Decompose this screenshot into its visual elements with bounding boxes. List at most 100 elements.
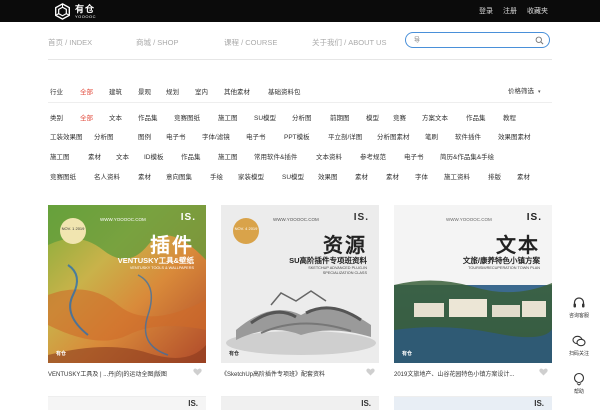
filter-item[interactable]: PPT模板 — [284, 131, 310, 141]
filter-item[interactable]: 电子书 — [246, 131, 266, 141]
headset-icon — [573, 297, 585, 308]
brand-tag: IS. — [534, 399, 544, 408]
filter-divider — [48, 102, 552, 103]
filter-category-all[interactable]: 全部 — [80, 112, 93, 122]
site-logo[interactable]: 有仓 YOOOOC — [54, 3, 96, 20]
brand-tag: IS. — [361, 399, 371, 408]
product-card[interactable]: IS. WWW.YOOOOC.COM NOV. 1 2019 插件 VENTUS… — [48, 205, 206, 380]
filter-item[interactable]: 素材 — [355, 171, 368, 181]
filter-item[interactable]: 分析图 — [94, 131, 114, 141]
wechat-icon — [572, 335, 586, 347]
filter-item[interactable]: 竞赛 — [393, 112, 406, 122]
filter-item[interactable]: 效果图 — [318, 171, 338, 181]
filter-item[interactable]: 文本 — [109, 112, 122, 122]
product-thumbnail[interactable]: IS. WWW.YOOOOC.COM NOV. 1 2019 插件 VENTUS… — [48, 205, 206, 363]
customer-service-button[interactable]: 咨询客服 — [560, 296, 598, 319]
filter-item[interactable]: 常用软件&插件 — [254, 151, 297, 161]
filter-item[interactable]: 施工图 — [218, 112, 238, 122]
filter-item[interactable]: 参考规范 — [360, 151, 386, 161]
product-card[interactable]: IS. WWW.YOOOOC.COM 文本 文旅/康养特色小镇方案 TOURIS… — [394, 205, 552, 380]
filter-item[interactable]: 教程 — [503, 112, 516, 122]
filter-item[interactable]: 文本资料 — [316, 151, 342, 161]
card-caption[interactable]: VENTUSKY工具及 | ...丹|的|的运动全图|版图 — [48, 369, 180, 378]
heart-icon[interactable] — [539, 368, 548, 376]
card-caption[interactable]: 《SketchUp高阶插件专项班》配套资料 — [221, 369, 353, 378]
filter-item[interactable]: 软件插件 — [455, 131, 481, 141]
filter-item[interactable]: 模型 — [366, 112, 379, 122]
filter-item[interactable]: 作品集 — [181, 151, 201, 161]
product-card[interactable]: IS. — [221, 396, 379, 410]
product-card[interactable]: IS. — [48, 396, 206, 410]
filter-item[interactable]: 家装模型 — [238, 171, 264, 181]
filter-item[interactable]: 分析图 — [292, 112, 312, 122]
filter-item[interactable]: 排版 — [488, 171, 501, 181]
filter-item[interactable]: 施工资料 — [444, 171, 470, 181]
filter-industry-arch[interactable]: 建筑 — [109, 86, 122, 96]
filter-item[interactable]: 施工图 — [218, 151, 238, 161]
filter-item[interactable]: 作品集 — [138, 112, 158, 122]
filter-industry-landscape[interactable]: 景观 — [138, 86, 151, 96]
filter-item[interactable]: 作品集 — [466, 112, 486, 122]
price-filter-label: 价格筛选 — [508, 88, 534, 95]
product-card[interactable]: IS. — [394, 396, 552, 410]
filter-item[interactable]: 名人资料 — [94, 171, 120, 181]
filter-item[interactable]: 平立剖/详图 — [328, 131, 362, 141]
logo-icon — [55, 3, 70, 20]
filter-item[interactable]: 素材 — [517, 171, 530, 181]
nav-about[interactable]: 关于我们 / ABOUT US — [312, 37, 386, 48]
filter-item[interactable]: 简历&作品集&手绘 — [440, 151, 494, 161]
customer-service-label: 咨询客服 — [568, 313, 589, 319]
filter-item[interactable]: 前期图 — [330, 112, 350, 122]
card-subheading-en: TOURISM/RECUPERATION TOWN PLAN — [468, 266, 540, 270]
register-link[interactable]: 注册 — [503, 6, 517, 16]
filter-item[interactable]: 素材 — [138, 171, 151, 181]
filter-item[interactable]: 电子书 — [404, 151, 424, 161]
nav-shop[interactable]: 商城 / SHOP — [136, 37, 179, 48]
filter-item[interactable]: 手绘 — [210, 171, 223, 181]
card-stamp: 有仓 — [229, 351, 240, 357]
main-nav: 首页 / INDEX 商城 / SHOP 课程 / COURSE 关于我们 / … — [0, 22, 600, 60]
filter-item[interactable]: 字体/滤镜 — [202, 131, 230, 141]
login-link[interactable]: 登录 — [479, 6, 493, 16]
filter-item[interactable]: 竞赛图纸 — [174, 112, 200, 122]
help-button[interactable]: 帮助 — [560, 372, 598, 395]
favorites-link[interactable]: 收藏夹 — [527, 6, 548, 16]
filter-item[interactable]: SU模型 — [254, 112, 276, 122]
card-caption[interactable]: 2019文旅地产、山谷花园特色小镇方案设计... — [394, 369, 526, 378]
filter-item[interactable]: 意向图集 — [166, 171, 192, 181]
filter-item[interactable]: 竞赛图纸 — [50, 171, 76, 181]
filter-item[interactable]: 工装效果图 — [50, 131, 83, 141]
filter-item[interactable]: 笔刷 — [425, 131, 438, 141]
product-thumbnail[interactable]: IS. WWW.YOOOOC.COM NOV. 4 2019 资源 SU高阶插件… — [221, 205, 379, 363]
date-badge: NOV. 4 2019 — [233, 218, 259, 244]
nav-home[interactable]: 首页 / INDEX — [48, 37, 92, 48]
product-thumbnail[interactable]: IS. WWW.YOOOOC.COM 文本 文旅/康养特色小镇方案 TOURIS… — [394, 205, 552, 363]
price-filter-dropdown[interactable]: 价格筛选 ▾ — [508, 85, 541, 95]
filter-industry-other[interactable]: 其他素材 — [224, 86, 250, 96]
search-input[interactable] — [414, 36, 534, 45]
filter-item[interactable]: 图例 — [138, 131, 151, 141]
filter-item[interactable]: 方案文本 — [422, 112, 448, 122]
filter-industry-all[interactable]: 全部 — [80, 86, 93, 96]
filter-industry-basic[interactable]: 基础资料包 — [268, 86, 301, 96]
filter-item[interactable]: 效果图素材 — [498, 131, 531, 141]
wechat-follow-button[interactable]: 扫码关注 — [560, 334, 598, 357]
wechat-follow-label: 扫码关注 — [568, 351, 589, 357]
filter-item[interactable]: SU模型 — [282, 171, 304, 181]
filter-item[interactable]: 电子书 — [166, 131, 186, 141]
filter-item[interactable]: 施工图 — [50, 151, 70, 161]
nav-course[interactable]: 课程 / COURSE — [224, 37, 277, 48]
search-icon[interactable] — [535, 36, 544, 45]
filter-panel: 行业 全部 建筑 景观 规划 室内 其他素材 基础资料包 价格筛选 ▾ 类别 全部… — [0, 60, 600, 190]
heart-icon[interactable] — [193, 368, 202, 376]
filter-industry-interior[interactable]: 室内 — [195, 86, 208, 96]
product-card[interactable]: IS. WWW.YOOOOC.COM NOV. 4 2019 资源 SU高阶插件… — [221, 205, 379, 380]
filter-item[interactable]: ID模板 — [144, 151, 164, 161]
heart-icon[interactable] — [366, 368, 375, 376]
filter-item[interactable]: 字体 — [415, 171, 428, 181]
filter-item[interactable]: 素材 — [386, 171, 399, 181]
filter-industry-planning[interactable]: 规划 — [166, 86, 179, 96]
filter-item[interactable]: 素材 — [88, 151, 101, 161]
filter-item[interactable]: 文本 — [116, 151, 129, 161]
filter-item[interactable]: 分析图素材 — [377, 131, 410, 141]
